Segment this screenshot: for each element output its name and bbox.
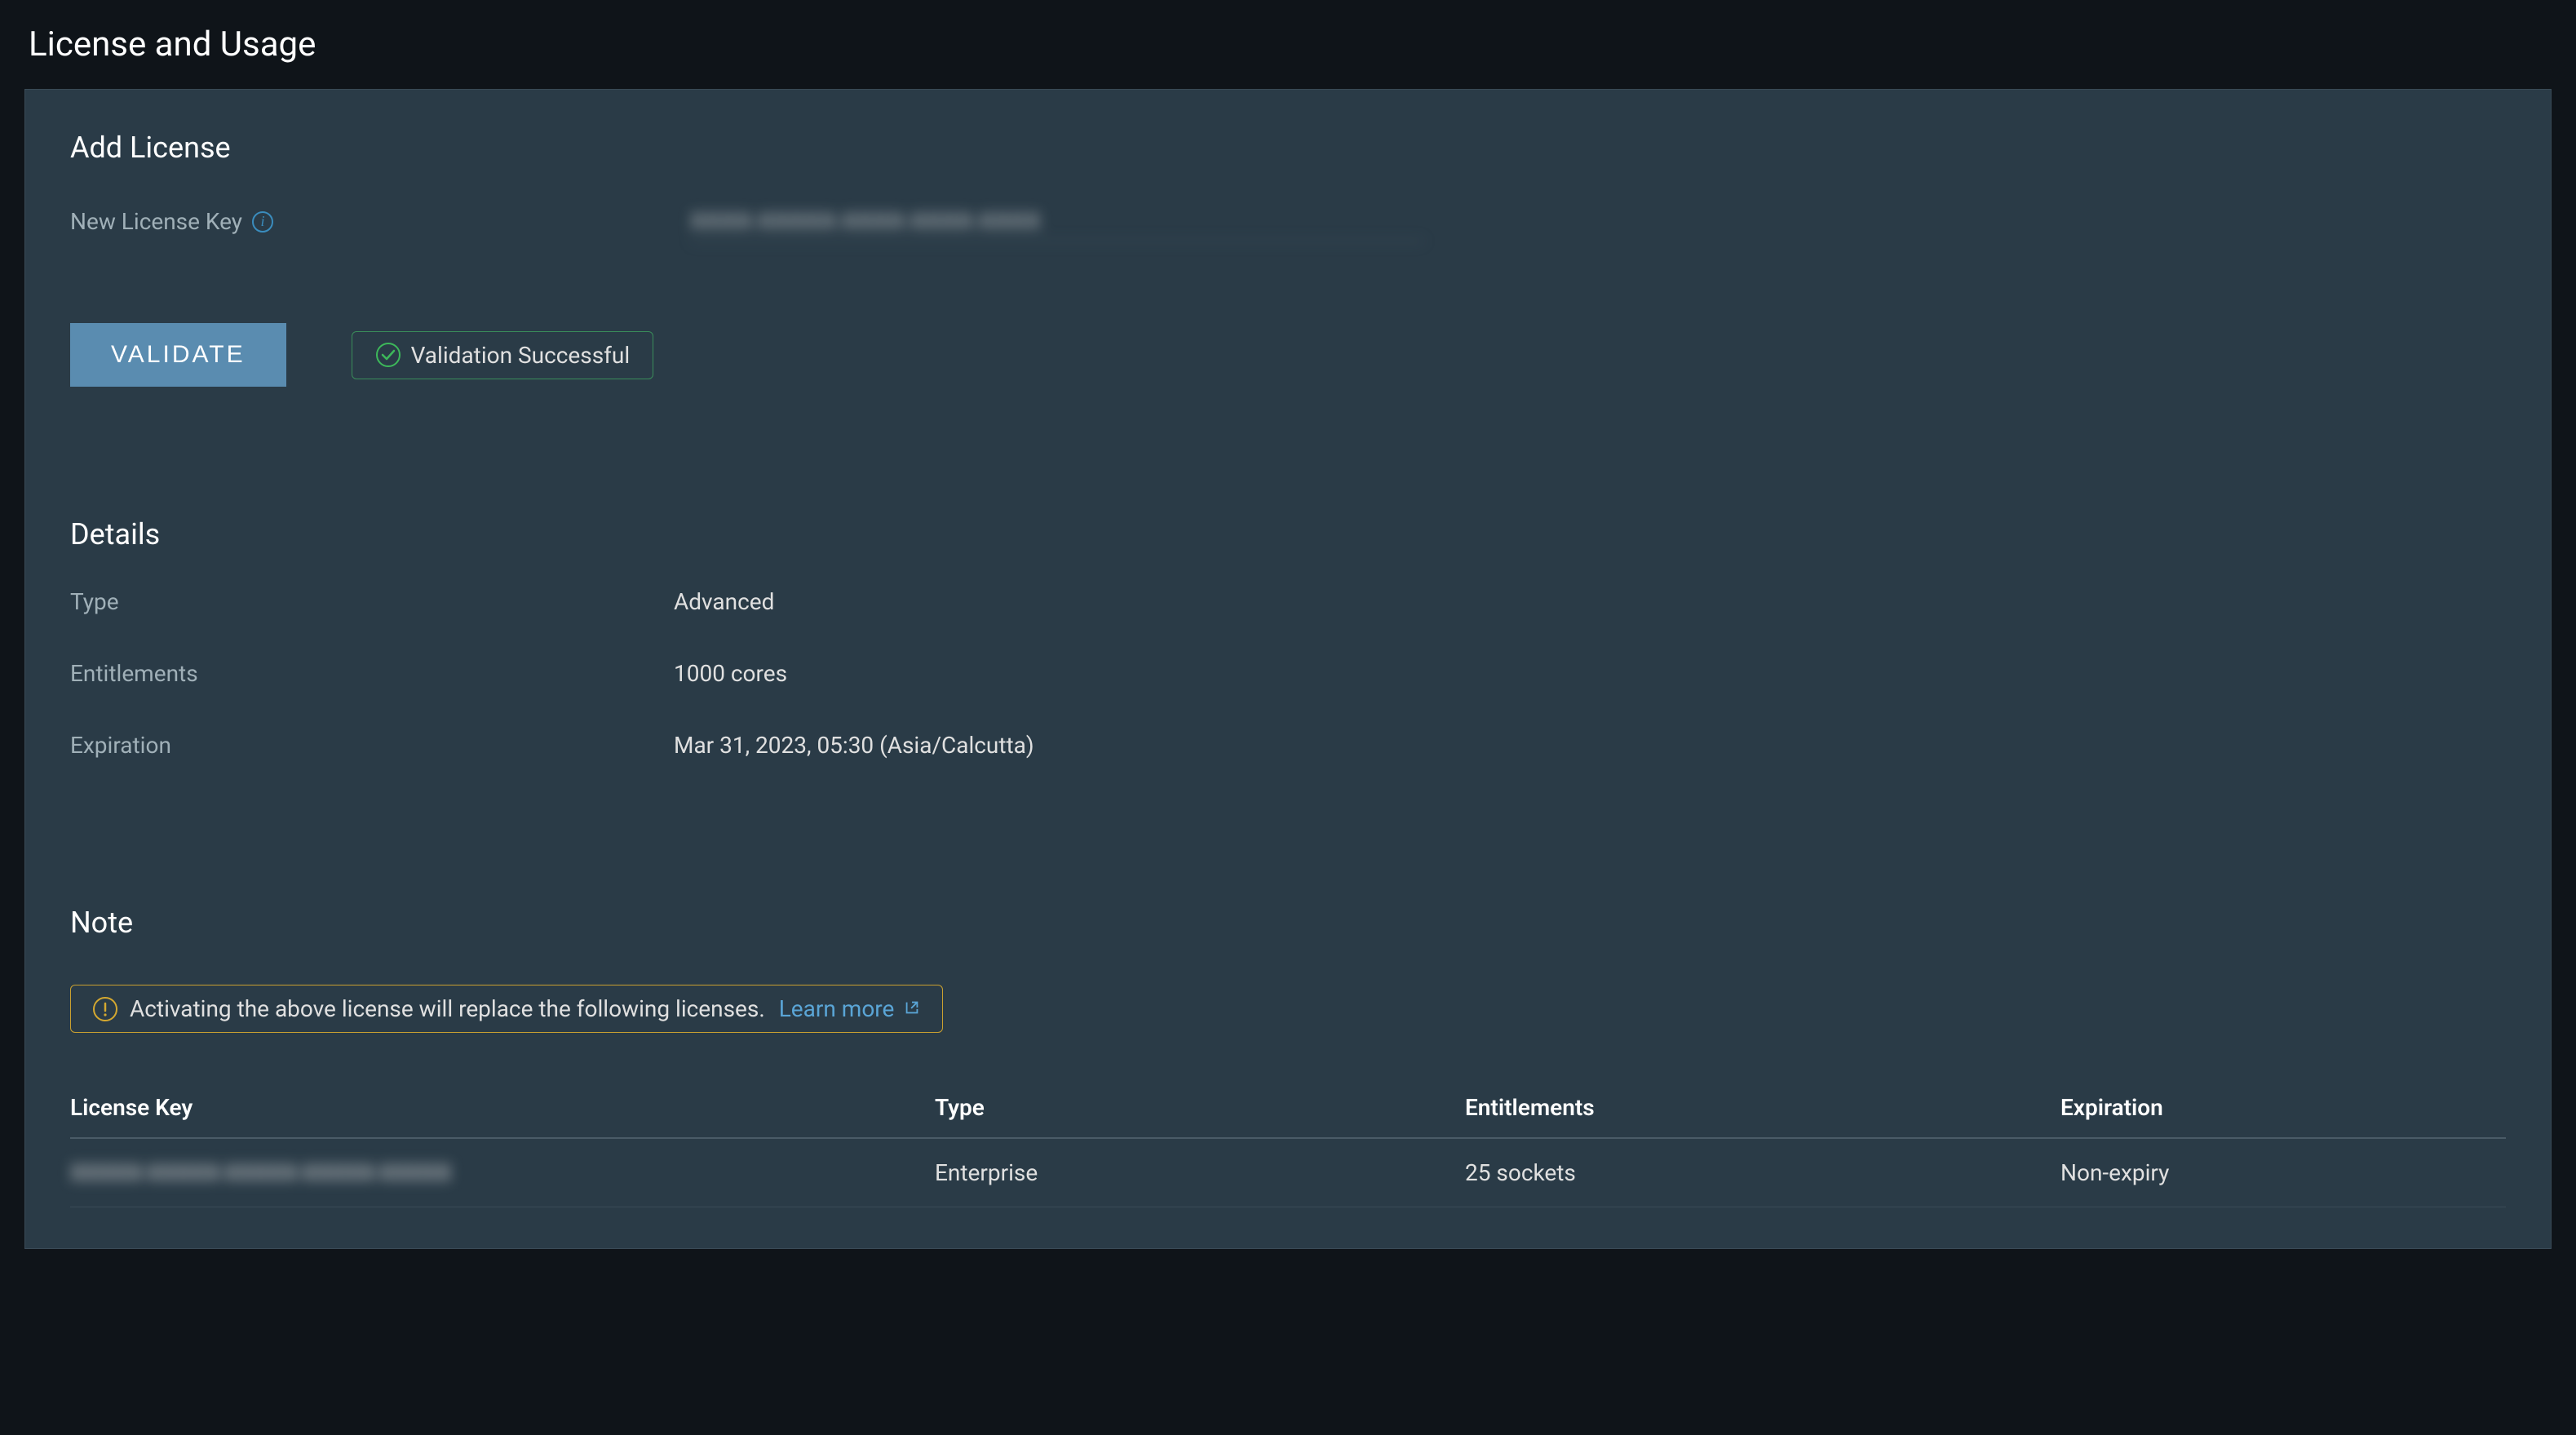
cell-entitlements: 25 sockets <box>1465 1159 2060 1186</box>
checkmark-icon <box>375 342 401 368</box>
details-heading: Details <box>70 517 2506 551</box>
cell-expiration: Non-expiry <box>2060 1159 2506 1186</box>
table-header: License Key Type Entitlements Expiration <box>70 1078 2506 1139</box>
note-heading: Note <box>70 906 2506 940</box>
header-license-key: License Key <box>70 1094 935 1121</box>
header-entitlements: Entitlements <box>1465 1094 2060 1121</box>
entitlements-value: 1000 cores <box>674 660 787 687</box>
validation-success-badge: Validation Successful <box>352 331 654 379</box>
note-message-text: Activating the above license will replac… <box>130 995 765 1022</box>
learn-more-link[interactable]: Learn more <box>779 995 922 1022</box>
type-label: Type <box>70 588 674 615</box>
validate-button[interactable]: VALIDATE <box>70 323 286 387</box>
note-message: Activating the above license will replac… <box>130 995 921 1022</box>
cell-license-key: XXXXX-XXXXX-XXXXX-XXXXX-XXXXX <box>70 1159 935 1186</box>
validation-status-text: Validation Successful <box>411 342 631 369</box>
note-section: Note Activating the above license will r… <box>70 906 2506 1207</box>
entitlements-label: Entitlements <box>70 660 674 687</box>
info-icon[interactable]: i <box>252 211 273 233</box>
expiration-label: Expiration <box>70 732 674 759</box>
validate-row: VALIDATE Validation Successful <box>70 323 2506 387</box>
license-content-panel: Add License New License Key i VALIDATE V… <box>24 89 2552 1249</box>
type-row: Type Advanced <box>70 588 2506 615</box>
details-section: Details Type Advanced Entitlements 1000 … <box>70 517 2506 759</box>
license-key-input[interactable] <box>690 202 1424 241</box>
header-expiration: Expiration <box>2060 1094 2506 1121</box>
entitlements-row: Entitlements 1000 cores <box>70 660 2506 687</box>
license-key-row: New License Key i <box>70 202 2506 241</box>
table-row: XXXXX-XXXXX-XXXXX-XXXXX-XXXXX Enterprise… <box>70 1139 2506 1207</box>
note-alert-box: Activating the above license will replac… <box>70 985 943 1033</box>
type-value: Advanced <box>674 588 774 615</box>
label-text: New License Key <box>70 208 242 235</box>
cell-type: Enterprise <box>935 1159 1465 1186</box>
external-link-icon <box>903 999 921 1016</box>
expiration-value: Mar 31, 2023, 05:30 (Asia/Calcutta) <box>674 732 1034 759</box>
add-license-heading: Add License <box>70 131 2506 165</box>
warning-icon <box>92 996 118 1022</box>
learn-more-text: Learn more <box>779 995 895 1022</box>
new-license-key-label: New License Key i <box>70 208 690 235</box>
expiration-row: Expiration Mar 31, 2023, 05:30 (Asia/Cal… <box>70 732 2506 759</box>
license-table: License Key Type Entitlements Expiration… <box>70 1078 2506 1207</box>
page-title: License and Usage <box>0 0 2576 89</box>
header-type: Type <box>935 1094 1465 1121</box>
